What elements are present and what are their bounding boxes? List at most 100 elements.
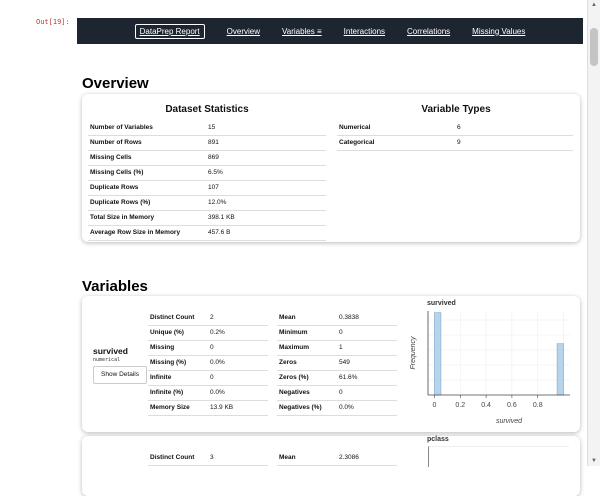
stat-label: Infinite bbox=[150, 374, 172, 381]
variable-types-title: Variable Types bbox=[421, 104, 491, 115]
scroll-down-arrow-icon[interactable]: ▼ bbox=[591, 458, 597, 464]
stat-value: 0.0% bbox=[339, 404, 354, 411]
stat-row: Distinct Count 2 bbox=[148, 310, 268, 326]
nav-item-missing-values[interactable]: Missing Values bbox=[472, 27, 525, 36]
stat-label: Infinite (%) bbox=[150, 389, 184, 396]
stat-row: Unique (%) 0.2% bbox=[148, 325, 268, 341]
stat-value: 891 bbox=[208, 139, 219, 146]
variable-card-survived: survived numerical Show Details Distinct… bbox=[82, 296, 580, 432]
stat-label: Missing (%) bbox=[150, 359, 187, 366]
stat-value: 869 bbox=[208, 154, 219, 161]
stat-row: Missing (%) 0.0% bbox=[148, 355, 268, 371]
stat-label: Missing Cells bbox=[90, 154, 132, 161]
x-tick-label: 0.4 bbox=[481, 402, 491, 409]
stat-value: 0.0% bbox=[210, 359, 225, 366]
stat-value: 1 bbox=[339, 344, 343, 351]
stat-label: Mean bbox=[279, 314, 296, 321]
histogram-bar bbox=[434, 312, 442, 396]
x-tick-label: 0.2 bbox=[455, 402, 465, 409]
stat-label: Categorical bbox=[339, 139, 375, 146]
nav-brand-dataprep-report[interactable]: DataPrep Report bbox=[134, 23, 205, 39]
dataset-statistics-title: Dataset Statistics bbox=[165, 104, 249, 115]
stat-row: Number of Variables 15 bbox=[88, 120, 326, 136]
pclass-plot-title: pclass bbox=[427, 436, 449, 443]
variable-name: survived bbox=[93, 346, 128, 356]
stat-row: Numerical 6 bbox=[337, 120, 573, 136]
scroll-up-arrow-icon[interactable]: ▲ bbox=[591, 2, 597, 8]
stat-row: Mean 0.3838 bbox=[277, 310, 397, 326]
vertical-scrollbar[interactable]: ▲ ▼ bbox=[587, 0, 600, 466]
stat-label: Zeros (%) bbox=[279, 374, 309, 381]
stat-value: 3 bbox=[210, 454, 214, 461]
stat-row: Negatives 0 bbox=[277, 385, 397, 401]
stat-value: 0 bbox=[210, 374, 214, 381]
stat-row: Maximum 1 bbox=[277, 340, 397, 356]
stat-value: 2 bbox=[210, 314, 214, 321]
cell-output-prompt: Out[19]: bbox=[36, 18, 70, 26]
stat-label: Zeros bbox=[279, 359, 297, 366]
stat-value: 0.3838 bbox=[339, 314, 359, 321]
stat-value: 6.5% bbox=[208, 169, 223, 176]
stat-value: 9 bbox=[457, 139, 461, 146]
stat-row: Duplicate Rows (%) 12.0% bbox=[88, 195, 326, 211]
stat-row: Categorical 9 bbox=[337, 135, 573, 151]
stat-value: 0.2% bbox=[210, 329, 225, 336]
stat-label: Distinct Count bbox=[150, 314, 195, 321]
nav-item-correlations[interactable]: Correlations bbox=[407, 27, 450, 36]
stat-row: Distinct Count 3 bbox=[148, 450, 268, 466]
x-tick-label: 0.6 bbox=[507, 402, 517, 409]
stat-label: Number of Rows bbox=[90, 139, 142, 146]
stat-value: 0.0% bbox=[210, 389, 225, 396]
stat-row: Number of Rows 891 bbox=[88, 135, 326, 151]
overview-heading: Overview bbox=[82, 75, 149, 92]
stat-row: Missing Cells (%) 6.5% bbox=[88, 165, 326, 181]
survived-histogram: 0 0.2 0.4 0.6 0.8 survived Frequency bbox=[410, 311, 570, 425]
stat-row: Zeros 549 bbox=[277, 355, 397, 371]
stat-label: Negatives (%) bbox=[279, 404, 322, 411]
stat-label: Distinct Count bbox=[150, 454, 195, 461]
stat-value: 0 bbox=[339, 329, 343, 336]
pclass-histogram-frame bbox=[428, 446, 569, 467]
stat-value: 61.6% bbox=[339, 374, 358, 381]
stat-label: Memory Size bbox=[150, 404, 190, 411]
x-tick-label: 0 bbox=[433, 402, 437, 409]
show-details-button[interactable]: Show Details bbox=[93, 366, 147, 384]
survived-plot-title: survived bbox=[427, 300, 456, 307]
stat-label: Unique (%) bbox=[150, 329, 184, 336]
stat-row: Zeros (%) 61.6% bbox=[277, 370, 397, 386]
stat-value: 549 bbox=[339, 359, 350, 366]
stat-row: Missing 0 bbox=[148, 340, 268, 356]
stat-value: 2.3086 bbox=[339, 454, 359, 461]
x-tick-label: 0.8 bbox=[533, 402, 543, 409]
stat-value: 6 bbox=[457, 124, 461, 131]
stat-label: Minimum bbox=[279, 329, 308, 336]
scrollbar-thumb[interactable] bbox=[590, 28, 598, 66]
stat-label: Total Size in Memory bbox=[90, 214, 155, 221]
nav-item-interactions[interactable]: Interactions bbox=[344, 27, 385, 36]
stat-row: Minimum 0 bbox=[277, 325, 397, 341]
stat-label: Duplicate Rows (%) bbox=[90, 199, 151, 206]
stat-value: 107 bbox=[208, 184, 219, 191]
stat-row: Infinite 0 bbox=[148, 370, 268, 386]
stat-row: Memory Size 13.9 KB bbox=[148, 400, 268, 416]
variables-heading: Variables bbox=[82, 278, 148, 295]
nav-item-variables[interactable]: Variables ≡ bbox=[282, 27, 322, 36]
stat-row: Infinite (%) 0.0% bbox=[148, 385, 268, 401]
stat-value: 0 bbox=[339, 389, 343, 396]
stat-row: Mean 2.3086 bbox=[277, 450, 397, 466]
overview-card: Dataset Statistics Variable Types Number… bbox=[82, 94, 580, 242]
stat-label: Duplicate Rows bbox=[90, 184, 139, 191]
stat-label: Mean bbox=[279, 454, 296, 461]
stat-value: 0 bbox=[210, 344, 214, 351]
x-axis-label: survived bbox=[496, 418, 523, 425]
stat-value: 13.9 KB bbox=[210, 404, 234, 411]
stat-label: Missing Cells (%) bbox=[90, 169, 144, 176]
stat-label: Number of Variables bbox=[90, 124, 153, 131]
stat-label: Negatives bbox=[279, 389, 310, 396]
stat-value: 457.6 B bbox=[208, 229, 231, 236]
stat-row: Negatives (%) 0.0% bbox=[277, 400, 397, 416]
stat-row: Total Size in Memory 398.1 KB bbox=[88, 210, 326, 226]
y-axis-label: Frequency bbox=[410, 336, 417, 370]
stat-label: Maximum bbox=[279, 344, 309, 351]
nav-item-overview[interactable]: Overview bbox=[227, 27, 260, 36]
